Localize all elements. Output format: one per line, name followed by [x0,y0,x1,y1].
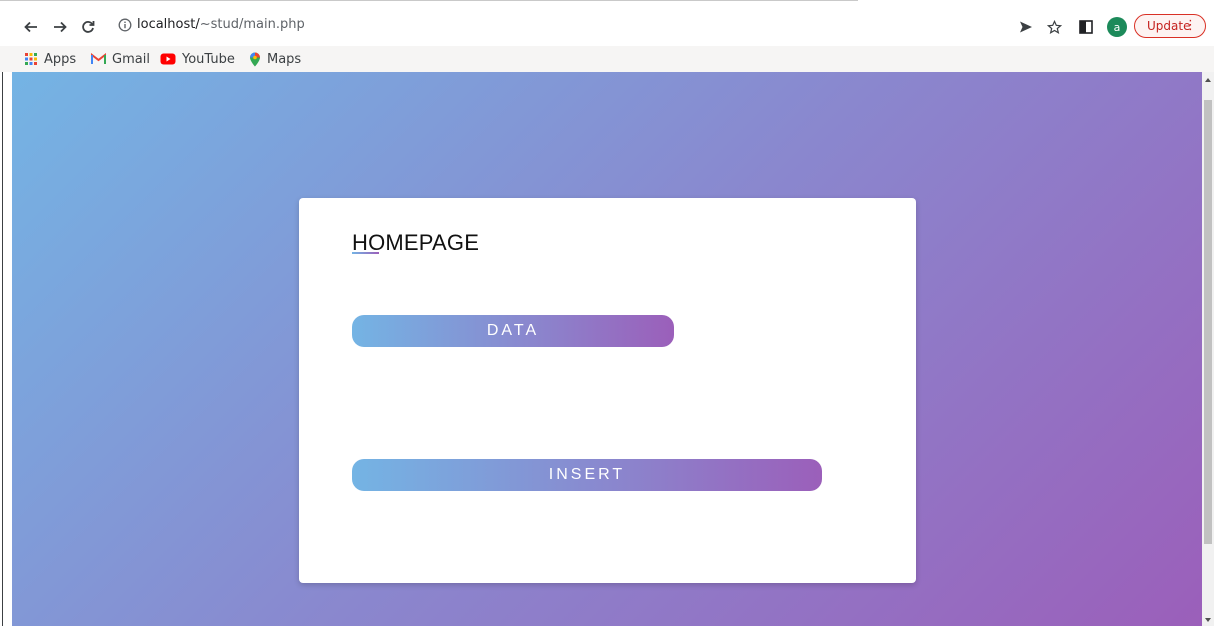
homepage-card: HOMEPAGE DATA INSERT [299,198,916,583]
bookmark-label: Apps [44,51,77,67]
bookmark-youtube[interactable]: YouTube [160,50,235,68]
back-button[interactable] [20,16,42,38]
browser-window: localhost/~stud/main.php a Update ⋮ Apps [0,0,1214,626]
page-viewport: HOMEPAGE DATA INSERT [12,72,1202,626]
url-path: ~stud/main.php [199,17,305,32]
gmail-icon [91,53,106,64]
star-icon [1046,19,1062,34]
bookmark-label: YouTube [182,51,235,67]
update-button[interactable]: Update ⋮ [1134,14,1206,38]
bookmarks-bar: Apps Gmail YouTube Maps [0,46,1214,72]
youtube-icon [160,53,176,65]
side-panel-button[interactable] [1075,16,1097,38]
more-menu-icon[interactable]: ⋮ [1184,18,1197,34]
forward-button[interactable] [49,16,71,38]
send-icon [1020,21,1032,33]
bookmark-apps[interactable]: Apps [24,50,76,68]
scroll-up-arrow-icon[interactable] [1205,78,1211,82]
site-info-icon[interactable] [118,18,132,32]
bookmark-gmail[interactable]: Gmail [91,50,150,68]
window-left-edge [0,72,12,626]
insert-button[interactable]: INSERT [352,459,822,491]
tab-strip-edge [0,0,858,1]
scroll-down-arrow-icon[interactable] [1205,618,1211,622]
send-tab-button[interactable] [1015,16,1037,38]
browser-toolbar: localhost/~stud/main.php a Update ⋮ [0,8,1214,46]
scroll-thumb[interactable] [1204,100,1212,544]
arrow-left-icon [24,21,37,33]
apps-grid-icon [25,53,37,65]
maps-pin-icon [250,52,260,66]
page-scrollbar[interactable] [1202,72,1214,626]
url-text[interactable]: localhost/~stud/main.php [137,17,305,32]
window-border-line [2,72,3,626]
bookmark-maps[interactable]: Maps [249,50,301,68]
arrow-right-icon [54,21,67,33]
profile-avatar[interactable]: a [1107,17,1127,37]
reload-button[interactable] [77,16,99,38]
bookmark-star-button[interactable] [1043,16,1065,38]
side-panel-icon [1079,20,1093,34]
bookmark-label: Maps [267,51,302,67]
url-host: localhost/ [137,17,200,32]
avatar-letter: a [1113,20,1121,34]
data-button[interactable]: DATA [352,315,674,347]
title-underline [352,252,379,254]
bookmark-label: Gmail [112,51,150,67]
reload-icon [82,21,95,33]
